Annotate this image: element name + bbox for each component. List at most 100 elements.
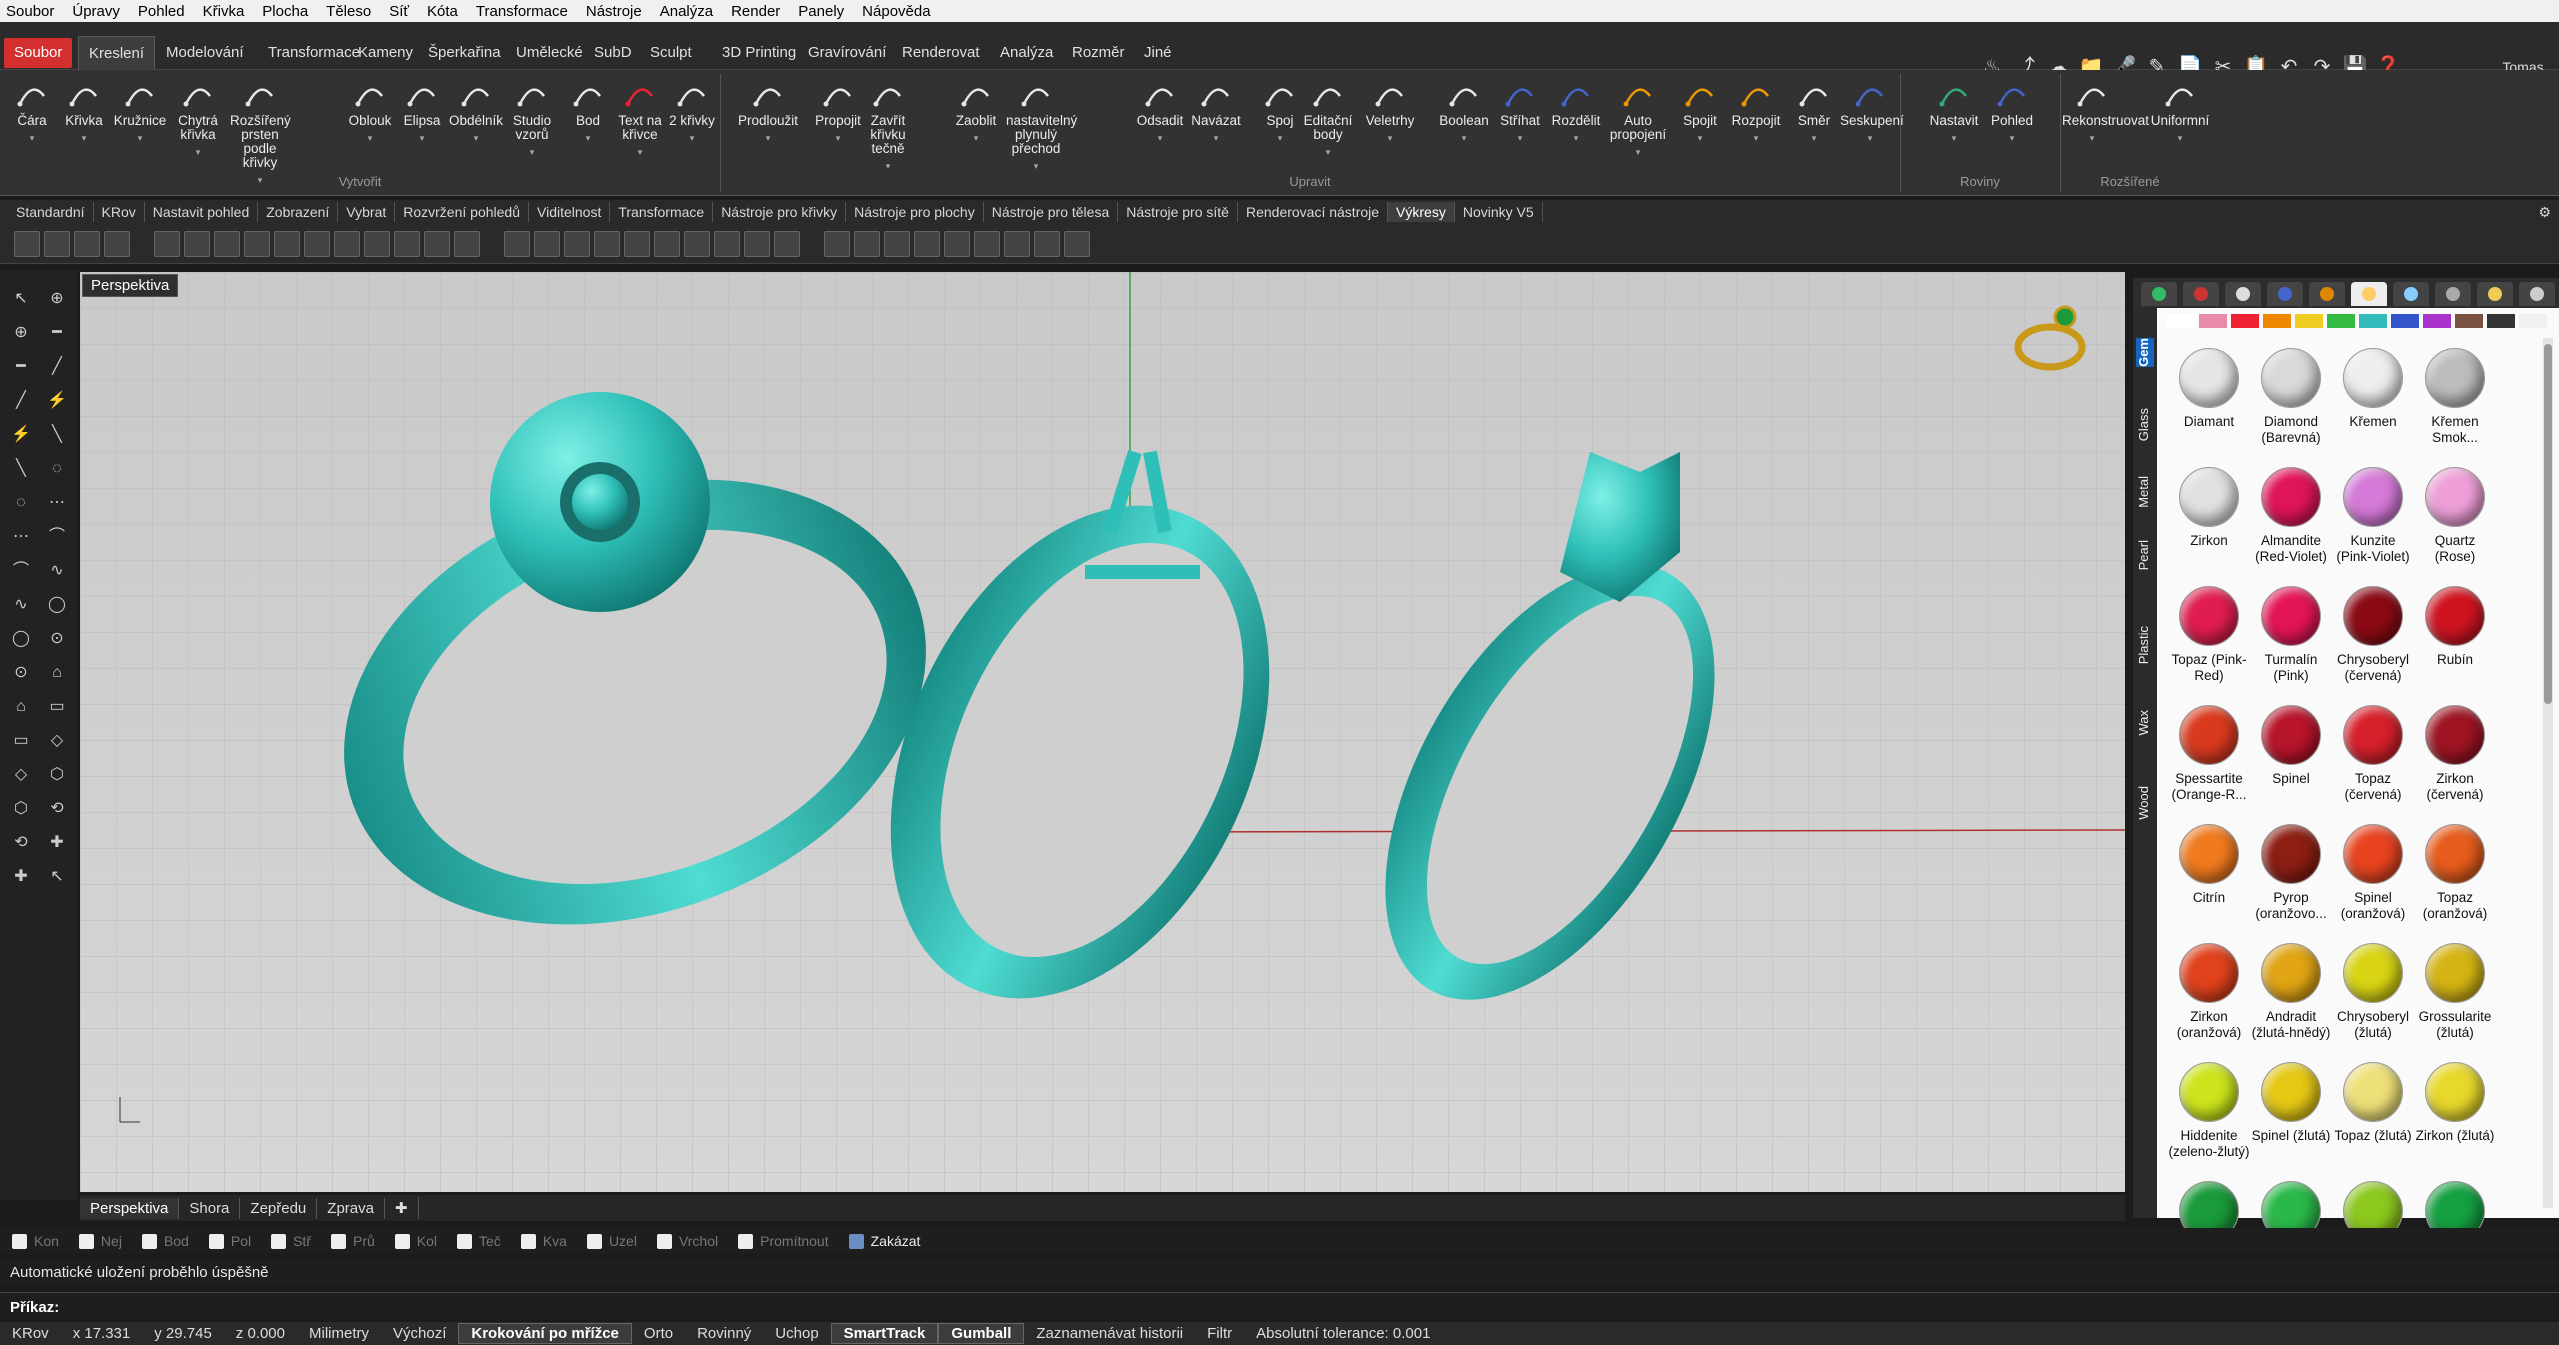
left-tool-icon[interactable]: ╱ <box>44 354 70 380</box>
left-tool-icon[interactable]: ◌ <box>44 456 70 482</box>
toolbar-tool-icon[interactable] <box>394 231 420 257</box>
chevron-down-icon[interactable]: ▾ <box>392 131 452 145</box>
toolbar-tool-icon[interactable] <box>594 231 620 257</box>
ribbon-button-cara[interactable]: Čára ▾ <box>2 76 62 145</box>
toolbar-tool-icon[interactable] <box>154 231 180 257</box>
gem-quartz-rose[interactable]: Quartz (Rose) <box>2413 467 2497 565</box>
material-tab-wood[interactable]: Wood <box>2136 786 2154 820</box>
left-tool-icon[interactable]: ◯ <box>44 592 70 618</box>
toolbar-tool-icon[interactable] <box>824 231 850 257</box>
toolbar-tool-icon[interactable] <box>654 231 680 257</box>
color-filter-swatch[interactable] <box>2327 314 2355 328</box>
toolbar-tool-icon[interactable] <box>244 231 270 257</box>
gem-spinel-oranzova[interactable]: Spinel (oranžová) <box>2331 824 2415 922</box>
menu-teleso[interactable]: Těleso <box>326 3 371 20</box>
ribbon-tab-analyza[interactable]: Analýza <box>990 36 1063 70</box>
gem-spinel-zluta[interactable]: Spinel (žlutá) <box>2249 1062 2333 1144</box>
chevron-down-icon[interactable]: ▾ <box>340 131 400 145</box>
chevron-down-icon[interactable]: ▾ <box>54 131 114 145</box>
gem-spessartite-orange-r[interactable]: Spessartite (Orange-R... <box>2167 705 2251 803</box>
panel-tab-icon[interactable] <box>2267 282 2303 306</box>
toolbar-tool-icon[interactable] <box>214 231 240 257</box>
panel-tab-icon[interactable] <box>2393 282 2429 306</box>
ribbon-button-boolean[interactable]: Boolean ▾ <box>1434 76 1494 145</box>
toolbar-tab-renderovaci-nastroje[interactable]: Renderovací nástroje <box>1238 202 1389 222</box>
status-x[interactable]: x 17.331 <box>61 1325 143 1342</box>
ribbon-button-obdelnik[interactable]: Obdélník ▾ <box>446 76 506 145</box>
toolbar-tab-nastavit-pohled[interactable]: Nastavit pohled <box>145 202 259 222</box>
left-tool-icon[interactable]: ▭ <box>8 728 34 754</box>
osnap-vrchol[interactable]: Vrchol <box>656 1233 718 1249</box>
chevron-down-icon[interactable]: ▾ <box>1924 131 1984 145</box>
left-tool-icon[interactable]: ◇ <box>44 728 70 754</box>
ribbon-tab-modelovani[interactable]: Modelování <box>156 36 254 70</box>
chevron-down-icon[interactable]: ▾ <box>858 159 918 173</box>
chevron-down-icon[interactable]: ▾ <box>2 131 62 145</box>
ribbon-button-rekonstruovat[interactable]: Rekonstruovat ▾ <box>2062 76 2149 145</box>
ribbon-button-text-na-krivce[interactable]: Text na křivce ▾ <box>610 76 670 159</box>
toolbar-tool-icon[interactable] <box>74 231 100 257</box>
gem-topaz-pink-red[interactable]: Topaz (Pink-Red) <box>2167 586 2251 684</box>
left-tool-icon[interactable]: ⟲ <box>8 830 34 856</box>
toolbar-tool-icon[interactable] <box>1034 231 1060 257</box>
ribbon-tab-sperkarina[interactable]: Šperkařina <box>418 36 511 70</box>
gem-hiddenite-zeleno-zluty[interactable]: Hiddenite (zeleno-žlutý) <box>2167 1062 2251 1160</box>
left-tool-icon[interactable]: ━ <box>44 320 70 346</box>
chevron-down-icon[interactable]: ▾ <box>1608 145 1668 159</box>
ribbon-button-zavrit-krivku-tecne[interactable]: Zavřít křivku tečně ▾ <box>858 76 918 173</box>
gem-diamond-barevna[interactable]: Diamond (Barevná) <box>2249 348 2333 446</box>
left-tool-icon[interactable]: ╲ <box>8 456 34 482</box>
left-tool-icon[interactable]: ✚ <box>8 864 34 890</box>
color-filter-swatch[interactable] <box>2519 314 2547 328</box>
status-orto[interactable]: Orto <box>632 1325 685 1342</box>
menu-nastroje[interactable]: Nástroje <box>586 3 642 20</box>
chevron-down-icon[interactable]: ▾ <box>2150 131 2210 145</box>
left-tool-icon[interactable]: ⋯ <box>44 490 70 516</box>
panel-tab-icon[interactable] <box>2351 282 2387 306</box>
ribbon-button-zaoblit[interactable]: Zaoblit ▾ <box>946 76 1006 145</box>
ribbon-button-odsadit[interactable]: Odsadit ▾ <box>1130 76 1190 145</box>
color-filter-swatch[interactable] <box>2391 314 2419 328</box>
gem-zirkon-cervena[interactable]: Zirkon (červená) <box>2413 705 2497 803</box>
gem-topaz-zluta[interactable]: Topaz (žlutá) <box>2331 1062 2415 1144</box>
toolbar-tool-icon[interactable] <box>624 231 650 257</box>
gem-pyrop-oranzovo[interactable]: Pyrop (oranžovo... <box>2249 824 2333 922</box>
chevron-down-icon[interactable]: ▾ <box>610 145 670 159</box>
toolbar-tool-icon[interactable] <box>364 231 390 257</box>
osnap-checkbox[interactable] <box>208 1233 224 1249</box>
toolbar-tool-icon[interactable] <box>274 231 300 257</box>
ribbon-button-kruznice[interactable]: Kružnice ▾ <box>110 76 170 145</box>
menu-sit[interactable]: Síť <box>389 3 409 20</box>
gem-zirkon-zluta[interactable]: Zirkon (žlutá) <box>2413 1062 2497 1144</box>
chevron-down-icon[interactable]: ▾ <box>1546 131 1606 145</box>
left-tool-icon[interactable]: ⟲ <box>44 796 70 822</box>
ribbon-tab-subd[interactable]: SubD <box>584 36 642 70</box>
panel-scrollbar[interactable] <box>2543 338 2553 1208</box>
toolbar-tab-nastroje-pro-plochy[interactable]: Nástroje pro plochy <box>846 202 984 222</box>
viewport-tab-shora[interactable]: Shora <box>179 1197 241 1219</box>
chevron-down-icon[interactable]: ▾ <box>1784 131 1844 145</box>
osnap-zakazat[interactable]: Zakázat <box>848 1233 920 1249</box>
panel-tab-icon[interactable] <box>2519 282 2555 306</box>
ribbon-button-elipsa[interactable]: Elipsa ▾ <box>392 76 452 145</box>
ribbon-tab-3d-printing[interactable]: 3D Printing <box>712 36 806 70</box>
toolbar-tool-icon[interactable] <box>774 231 800 257</box>
ribbon-tab-rozmer[interactable]: Rozměr <box>1062 36 1135 70</box>
toolbar-tab-nastroje-pro-krivky[interactable]: Nástroje pro křivky <box>713 202 847 222</box>
menu-plocha[interactable]: Plocha <box>262 3 308 20</box>
left-tool-icon[interactable]: ⚡ <box>8 422 34 448</box>
menu-analyza[interactable]: Analýza <box>660 3 713 20</box>
perspective-viewport[interactable]: Perspektiva <box>80 272 2125 1192</box>
ribbon-tab-kameny[interactable]: Kameny <box>348 36 423 70</box>
osnap-checkbox[interactable] <box>848 1233 864 1249</box>
gear-icon[interactable]: ⚙ <box>2530 202 2559 222</box>
ribbon-button-nastavitelny-plynuly-prechod[interactable]: nastavitelný plynulý přechod ▾ <box>1006 76 1077 173</box>
ribbon-button-smer[interactable]: Směr ▾ <box>1784 76 1844 145</box>
material-tab-metal[interactable]: Metal <box>2136 476 2154 508</box>
chevron-down-icon[interactable]: ▾ <box>110 131 170 145</box>
osnap-promitnout[interactable]: Promítnout <box>738 1233 829 1249</box>
toolbar-tool-icon[interactable] <box>714 231 740 257</box>
chevron-down-icon[interactable]: ▾ <box>1982 131 2042 145</box>
left-tool-icon[interactable]: ⬡ <box>8 796 34 822</box>
toolbar-tool-icon[interactable] <box>684 231 710 257</box>
